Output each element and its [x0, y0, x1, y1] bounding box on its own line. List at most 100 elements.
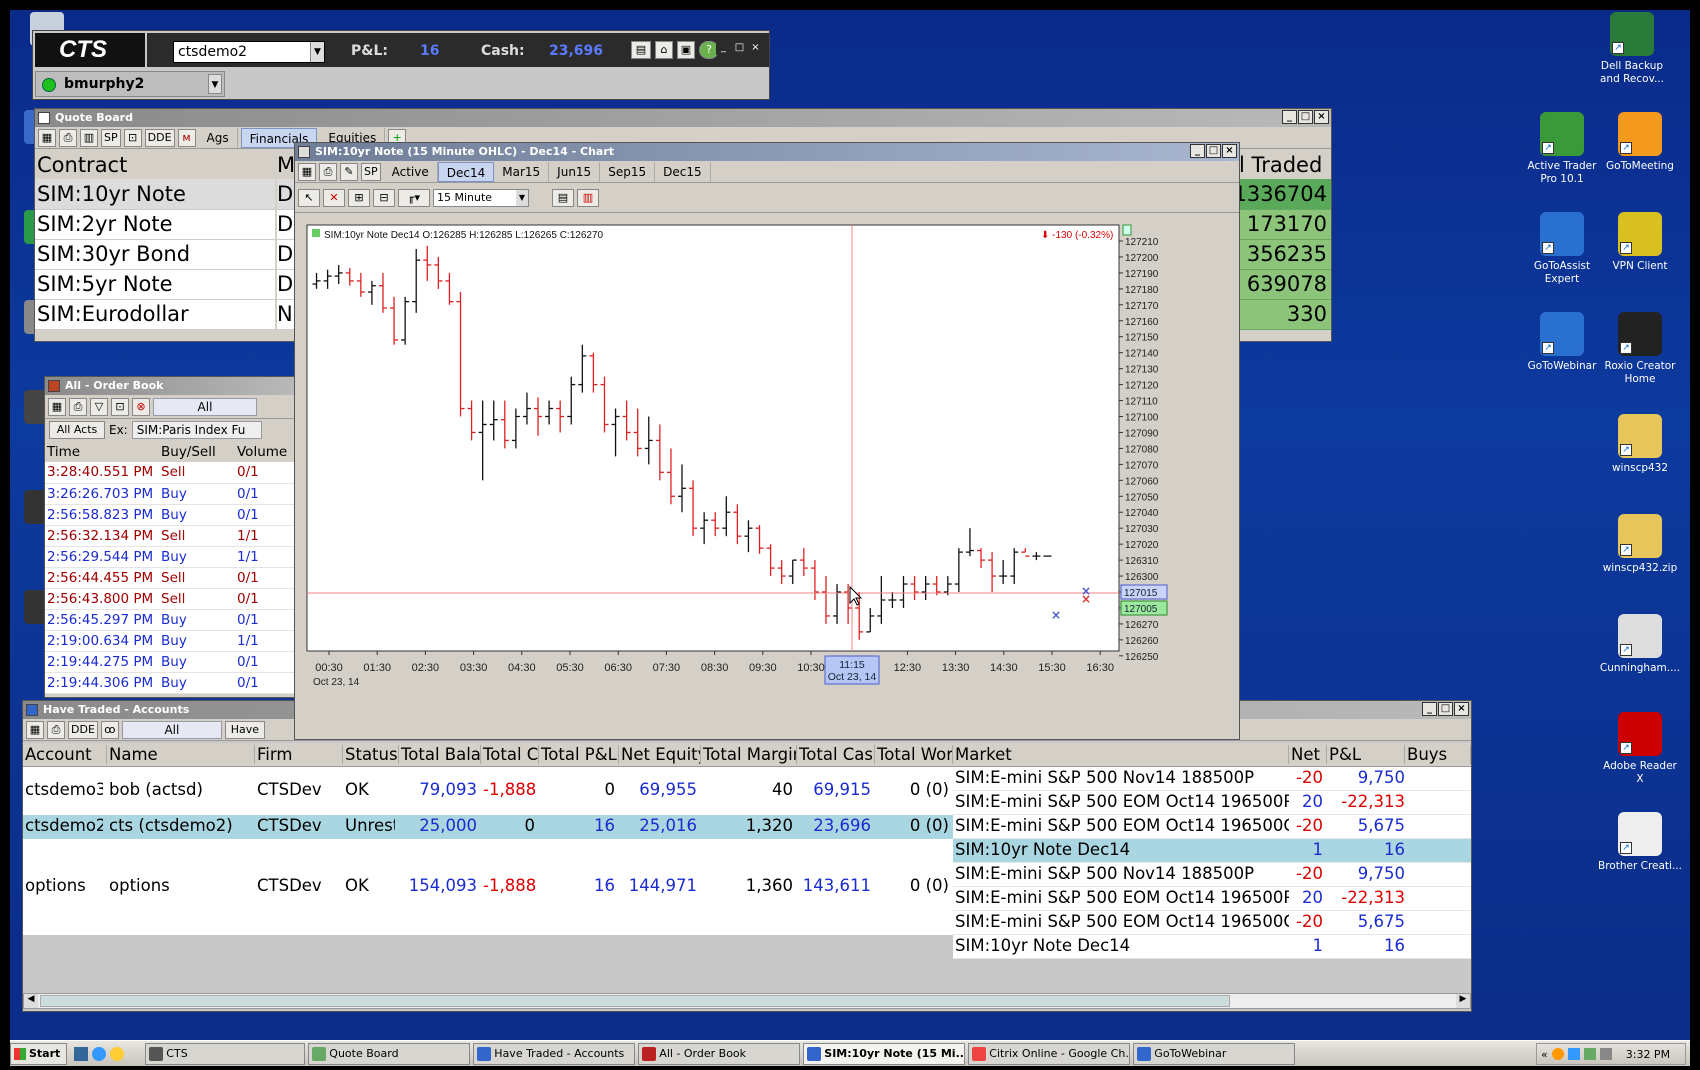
chevron-down-icon[interactable]: ▼: [310, 42, 324, 62]
new-icon[interactable]: ▦: [48, 397, 66, 416]
draw-tools-icon[interactable]: ✎: [340, 162, 358, 181]
scroll-thumb[interactable]: [40, 995, 1230, 1007]
minimize-button[interactable]: _: [1190, 144, 1205, 158]
desktop-icon[interactable]: ↗ GoToWebinar: [1520, 312, 1604, 373]
position-row[interactable]: SIM:E-mini S&P 500 Nov14 188500P -20 9,750: [953, 767, 1471, 791]
accounts-column-header[interactable]: Status: [343, 745, 399, 764]
desktop-icon[interactable]: ↗ winscp432: [1598, 414, 1682, 475]
tab-active[interactable]: Active: [384, 161, 438, 182]
order-row[interactable]: 2:56:29.544 PM Buy 1/1: [45, 546, 295, 567]
all-accounts-button[interactable]: All Acts: [49, 421, 105, 439]
order-row[interactable]: 2:56:45.297 PM Buy 0/1: [45, 609, 295, 630]
accounts-column-header[interactable]: Total Worl: [875, 745, 953, 764]
close-button[interactable]: ×: [1314, 110, 1329, 124]
desktop-icon[interactable]: ↗ Active Trader Pro 10.1: [1520, 112, 1604, 186]
desktop-icon[interactable]: ↗ Adobe Reader X: [1598, 712, 1682, 786]
position-row[interactable]: SIM:E-mini S&P 500 EOM Oct14 196500P 20 -2…: [953, 791, 1471, 815]
have-traded-tab[interactable]: Have: [224, 720, 265, 739]
order-row[interactable]: 3:26:26.703 PM Buy 0/1: [45, 483, 295, 504]
close-button[interactable]: ×: [1222, 144, 1237, 158]
tab-ags[interactable]: Ags: [199, 127, 238, 148]
accounts-column-header[interactable]: Name: [107, 745, 255, 764]
position-row[interactable]: SIM:10yr Note Dec14 1 16: [953, 839, 1471, 863]
accounts-column-header[interactable]: Total Margin: [701, 745, 797, 764]
positions-column-header[interactable]: Net: [1289, 745, 1327, 764]
print-icon[interactable]: ⎙: [59, 128, 77, 147]
exchange-select[interactable]: SIM:Paris Index Fu: [131, 421, 262, 439]
quote-row[interactable]: SIM:Eurodollar: [35, 299, 275, 329]
position-row[interactable]: SIM:E-mini S&P 500 Nov14 188500P -20 9,750: [953, 863, 1471, 887]
print-icon[interactable]: ⎙: [47, 720, 65, 739]
accounts-column-header[interactable]: Total C: [481, 745, 539, 764]
maximize-button[interactable]: □: [1438, 702, 1453, 716]
filter-icon[interactable]: ▽: [90, 397, 108, 416]
lock-icon[interactable]: ⊡: [111, 397, 129, 416]
tab-sep15[interactable]: Sep15: [600, 161, 656, 182]
accounts-column-header[interactable]: Total P&L: [539, 745, 619, 764]
minimize-button[interactable]: _: [1422, 702, 1437, 716]
close-button[interactable]: ×: [748, 41, 763, 55]
volume-header[interactable]: Volume: [237, 441, 295, 462]
cursor-icon[interactable]: ↖: [298, 188, 320, 207]
positions-column-header[interactable]: Buys: [1405, 745, 1471, 764]
accounts-column-header[interactable]: Total Bala: [399, 745, 481, 764]
desktop-icon[interactable]: ↗ Roxio Creator Home: [1598, 312, 1682, 386]
zoom-out-icon[interactable]: ⊟: [373, 188, 395, 207]
side-header[interactable]: Buy/Sell: [161, 441, 237, 462]
delete-icon[interactable]: ✕: [323, 188, 345, 207]
new-icon[interactable]: ▦: [26, 720, 44, 739]
new-icon[interactable]: ▦: [298, 162, 316, 181]
order-row[interactable]: 2:19:44.306 PM Buy 0/1: [45, 672, 295, 693]
print-icon[interactable]: ⎙: [319, 162, 337, 181]
desktop-icon[interactable]: ↗ Dell Backup and Recov...: [1590, 12, 1674, 86]
messenger-icon[interactable]: [110, 1046, 125, 1061]
cancel-all-icon[interactable]: ⊗: [132, 397, 150, 416]
quote-row[interactable]: SIM:30yr Bond: [35, 239, 275, 269]
signal-icon[interactable]: ᴍ: [177, 128, 196, 147]
order-row[interactable]: 2:19:00.634 PM Buy 1/1: [45, 630, 295, 651]
order-row[interactable]: 2:56:44.455 PM Sell 0/1: [45, 567, 295, 588]
taskbar-item[interactable]: CTS: [145, 1042, 306, 1065]
sp-button[interactable]: SP: [361, 162, 381, 181]
contract-header[interactable]: Contract: [35, 151, 275, 179]
position-row[interactable]: SIM:E-mini S&P 500 EOM Oct14 196500P 20 -2…: [953, 887, 1471, 911]
dde-button[interactable]: DDE: [144, 128, 175, 147]
position-row[interactable]: SIM:E-mini S&P 500 EOM Oct14 196500C -20 5…: [953, 815, 1471, 839]
desktop-icon[interactable]: ↗ VPN Client: [1598, 212, 1682, 273]
desktop-icon[interactable]: ↗ GoToMeeting: [1598, 112, 1682, 173]
quote-board-titlebar[interactable]: Quote Board _ □ ×: [35, 109, 1331, 127]
maximize-button[interactable]: □: [732, 41, 747, 55]
chevron-down-icon[interactable]: ▼: [516, 189, 528, 206]
maximize-button[interactable]: □: [1206, 144, 1221, 158]
scroll-right-icon[interactable]: ▶: [1456, 994, 1470, 1008]
chart-area[interactable]: 127210 127200 127190 127180 127170 127160 1271…: [295, 215, 1239, 735]
plot-area[interactable]: [306, 224, 1120, 652]
minimize-button[interactable]: _: [716, 41, 731, 55]
maximize-button[interactable]: □: [1298, 110, 1313, 124]
chart-titlebar[interactable]: SIM:10yr Note (15 Minute OHLC) - Dec14 -…: [295, 143, 1239, 161]
taskbar-item[interactable]: Citrix Online - Google Ch...: [968, 1042, 1131, 1065]
close-button[interactable]: ×: [1454, 702, 1469, 716]
taskbar-item[interactable]: GoToWebinar: [1133, 1042, 1296, 1065]
account-filter-select[interactable]: All: [121, 720, 222, 739]
account-select[interactable]: ctsdemo2 ▼: [173, 41, 325, 63]
user-menu-chevron-icon[interactable]: ▼: [208, 74, 222, 94]
order-row[interactable]: 3:28:40.551 PM Sell 0/1: [45, 462, 295, 483]
binoculars-icon[interactable]: ꝏ: [100, 720, 119, 739]
account-row[interactable]: ctsdemo3 bob (actsd) CTSDev OK 79,093 -1,888 0…: [23, 767, 953, 815]
accounts-column-header[interactable]: Total Cash: [797, 745, 875, 764]
scroll-left-icon[interactable]: ◀: [24, 994, 38, 1008]
show-desktop-icon[interactable]: [74, 1046, 89, 1061]
order-book-titlebar[interactable]: All - Order Book: [45, 377, 295, 395]
account-row[interactable]: ctsdemo2 cts (ctsdemo2) CTSDev Unresti 25,00…: [23, 815, 953, 839]
time-header[interactable]: Time: [45, 441, 161, 462]
order-row[interactable]: 2:56:58.823 PM Buy 0/1: [45, 504, 295, 525]
calendar-icon[interactable]: ▤: [552, 188, 574, 207]
lock-icon[interactable]: ⊡: [123, 128, 142, 147]
interval-select[interactable]: 15 Minute ▼: [433, 188, 529, 207]
quote-row[interactable]: SIM:2yr Note: [35, 209, 275, 239]
clock[interactable]: 3:32 PM: [1626, 1048, 1670, 1061]
horizontal-scrollbar[interactable]: ◀ ▶: [23, 993, 1471, 1009]
sp-button[interactable]: SP: [101, 128, 121, 147]
grid-icon[interactable]: ▥: [80, 128, 98, 147]
